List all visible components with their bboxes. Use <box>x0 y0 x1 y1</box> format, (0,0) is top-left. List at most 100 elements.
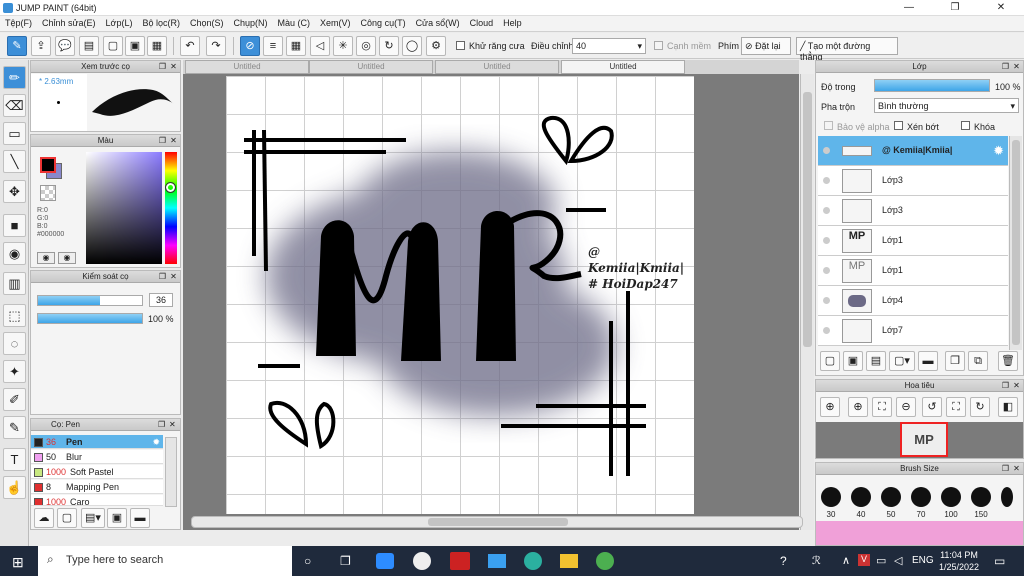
visibility-icon[interactable] <box>823 297 830 304</box>
layer-scrollbar[interactable] <box>1009 136 1022 350</box>
file-explorer-icon[interactable] <box>560 554 578 568</box>
close-icon[interactable]: ✕ <box>169 420 178 429</box>
select-pen-tool-icon[interactable]: ✐ <box>3 388 26 411</box>
layer-row[interactable]: Lớp3 <box>818 166 1008 196</box>
export-icon[interactable]: ⇪ <box>31 36 51 56</box>
jump-paint-taskbar-icon[interactable] <box>450 552 470 570</box>
scroll-thumb[interactable] <box>1012 140 1020 345</box>
brush-size-value[interactable]: 36 <box>149 293 173 307</box>
zoom-out-icon[interactable]: ⊖ <box>896 397 916 417</box>
move-tool-icon[interactable]: ✥ <box>3 180 26 203</box>
hue-handle[interactable] <box>165 182 176 193</box>
network-icon[interactable]: ▭ <box>876 554 886 567</box>
new-layer-1bit-icon[interactable]: ▤ <box>866 351 886 371</box>
visibility-icon[interactable] <box>823 177 830 184</box>
straight-line-button[interactable]: ╱ Tạo một đường thẳng <box>796 37 898 62</box>
minimize-button[interactable]: — <box>886 0 932 16</box>
lasso-tool-icon[interactable]: ◌ <box>3 332 26 355</box>
magic-wand-tool-icon[interactable]: ✦ <box>3 360 26 383</box>
brush-size-option[interactable] <box>971 487 991 507</box>
close-icon[interactable]: ✕ <box>1012 464 1021 473</box>
rotate-right-icon[interactable]: ↻ <box>970 397 990 417</box>
rotate-left-icon[interactable]: ↺ <box>922 397 942 417</box>
menu-filter[interactable]: Bộ lọc(R) <box>137 16 185 30</box>
menu-view[interactable]: Xem(V) <box>315 16 356 30</box>
brush-size-option[interactable] <box>941 487 961 507</box>
drawing-canvas[interactable]: @ Kemiia|Kmiia| # HoiDap247 <box>226 76 694 514</box>
flip-icon[interactable]: ◧ <box>998 397 1018 417</box>
snap-vanish-icon[interactable]: ◁ <box>310 36 330 56</box>
brush-size-slider[interactable] <box>37 295 143 306</box>
chevron-up-icon[interactable]: ∧ <box>842 554 850 567</box>
layer-row[interactable]: Lớp3 <box>818 196 1008 226</box>
rect-select-tool-icon[interactable]: ▭ <box>3 122 26 145</box>
opacity-slider[interactable] <box>37 313 143 324</box>
protect-alpha-checkbox[interactable] <box>824 121 833 130</box>
visibility-icon[interactable] <box>823 267 830 274</box>
doc-tab-active[interactable]: Untitled <box>561 60 685 74</box>
gear-icon[interactable]: ✹ <box>993 143 1004 159</box>
gradient-tool-icon[interactable]: ▥ <box>3 272 26 295</box>
brush-settings-icon[interactable]: ▣ <box>107 508 127 528</box>
color-sv-picker[interactable] <box>86 152 162 264</box>
visibility-icon[interactable] <box>823 327 830 334</box>
snap-settings-icon[interactable]: ⚙ <box>426 36 446 56</box>
brush-size-option[interactable] <box>911 487 931 507</box>
menu-file[interactable]: Tệp(F) <box>0 16 37 30</box>
brush-size-option[interactable] <box>1001 487 1013 507</box>
brush-mode-icon[interactable]: ✎ <box>7 36 27 56</box>
redo-icon[interactable]: ↷ <box>206 36 226 56</box>
grid-icon[interactable]: ▦ <box>147 36 167 56</box>
select-eraser-tool-icon[interactable]: ✎ <box>3 416 26 439</box>
notification-icon[interactable]: ▭ <box>994 554 1005 568</box>
bucket-tool-icon[interactable]: ◉ <box>3 242 26 265</box>
chrome-icon[interactable] <box>413 552 431 570</box>
menu-tools[interactable]: Công cụ(T) <box>356 16 411 30</box>
comment-icon[interactable]: 💬 <box>55 36 75 56</box>
layer-row[interactable]: Lớp4 <box>818 286 1008 316</box>
close-icon[interactable]: ✕ <box>169 272 178 281</box>
close-icon[interactable]: ✕ <box>169 136 178 145</box>
windows-start-icon[interactable]: ⊞ <box>12 554 24 571</box>
copy-layer-icon[interactable]: ❐ <box>945 351 965 371</box>
clip-checkbox[interactable] <box>894 121 903 130</box>
zoom-actual-icon[interactable]: ⛶ <box>872 397 892 417</box>
transparent-swatch[interactable] <box>40 185 56 201</box>
mail-icon[interactable] <box>488 554 506 568</box>
new-layer-icon[interactable]: ▢ <box>820 351 840 371</box>
close-icon[interactable]: ✕ <box>1012 62 1021 71</box>
antialias-checkbox[interactable] <box>456 41 465 50</box>
message-icon[interactable]: ▤ <box>79 36 99 56</box>
horizontal-scrollbar[interactable] <box>191 516 803 528</box>
page-icon[interactable]: ▣ <box>125 36 145 56</box>
task-view-icon[interactable]: ❐ <box>340 554 351 568</box>
brush-item-caro[interactable]: 1000 Caro <box>31 495 163 506</box>
volume-icon[interactable]: ◁ <box>894 554 902 567</box>
marquee-tool-icon[interactable]: ⬚ <box>3 304 26 327</box>
doc-tab[interactable]: Untitled <box>309 60 433 74</box>
edge-icon[interactable] <box>524 552 542 570</box>
eyedropper-icon[interactable]: ◉ <box>37 252 55 264</box>
snap-grid-icon[interactable]: ▦ <box>286 36 306 56</box>
brush-download-icon[interactable]: ☁ <box>34 508 54 528</box>
doc-tab[interactable]: Untitled <box>185 60 309 74</box>
brush-size-option[interactable] <box>881 487 901 507</box>
menu-color[interactable]: Màu (C) <box>273 16 316 30</box>
people-icon[interactable]: ℛ <box>812 554 821 567</box>
undock-icon[interactable]: ❐ <box>1001 464 1010 473</box>
layer-row[interactable]: Lớp7 <box>818 316 1008 346</box>
zoom-app-icon[interactable] <box>376 553 394 569</box>
fill-rect-tool-icon[interactable]: ■ <box>3 214 26 237</box>
snap-parallel-icon[interactable]: ≡ <box>263 36 283 56</box>
snap-radial-icon[interactable]: ✳ <box>333 36 353 56</box>
menu-cloud[interactable]: Cloud <box>465 16 499 30</box>
new-brush-icon[interactable]: ▢ <box>57 508 77 528</box>
close-icon[interactable]: ✕ <box>169 62 178 71</box>
brush-item-pen[interactable]: 36 Pen ✹ <box>31 435 163 449</box>
maximize-button[interactable]: ❐ <box>932 0 978 16</box>
undock-icon[interactable]: ❐ <box>1001 381 1010 390</box>
close-button[interactable]: ✕ <box>978 0 1024 16</box>
menu-capture[interactable]: Chụp(N) <box>229 16 273 30</box>
adjust-dropdown[interactable]: 40 ▾ <box>572 38 646 54</box>
visibility-icon[interactable] <box>823 237 830 244</box>
